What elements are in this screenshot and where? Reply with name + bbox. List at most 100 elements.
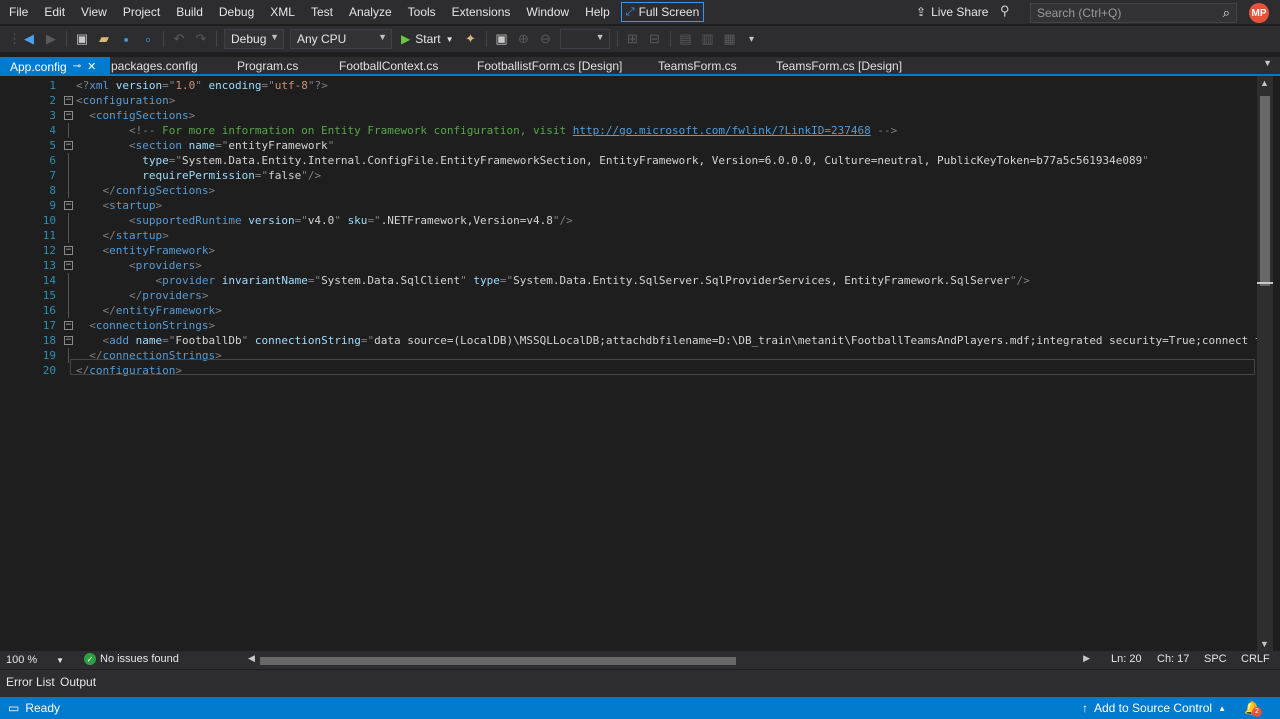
close-icon[interactable]: ✕ — [87, 58, 96, 76]
collapse-icon[interactable]: − — [64, 246, 73, 255]
code-line[interactable]: 2− <configuration> — [0, 93, 1258, 108]
browser-link-icon[interactable]: ✦ — [462, 31, 480, 47]
code-line[interactable]: 12− <entityFramework> — [0, 243, 1258, 258]
tab-overflow-icon[interactable]: ▼ — [1263, 58, 1272, 68]
code-line[interactable]: 11 </startup> — [0, 228, 1258, 243]
tab-error-list[interactable]: Error List — [6, 675, 55, 689]
avatar[interactable]: MP — [1249, 3, 1269, 23]
undo-icon[interactable]: ↶ — [170, 31, 188, 47]
new-project-icon[interactable]: ▣ — [73, 31, 91, 47]
platform-dropdown[interactable]: Any CPU ▼ — [290, 29, 392, 49]
collapse-icon[interactable]: − — [64, 321, 73, 330]
feedback-icon[interactable]: ⚲ — [1000, 3, 1010, 19]
horizontal-scrollbar[interactable]: ◀ ▶ — [248, 653, 1090, 667]
tab-order-icon[interactable]: ▦ — [721, 31, 739, 47]
code-line[interactable]: 9− <startup> — [0, 198, 1258, 213]
menu-view[interactable]: View — [73, 2, 115, 22]
save-all-icon[interactable]: ▫ — [139, 32, 157, 47]
order-icon[interactable]: ▥ — [699, 31, 717, 47]
code-line[interactable]: 13− <providers> — [0, 258, 1258, 273]
align-icon[interactable]: ⊞ — [624, 31, 642, 47]
full-screen-button[interactable]: ⤢ Full Screen — [620, 2, 705, 22]
tab-output[interactable]: Output — [60, 675, 96, 689]
live-share-button[interactable]: ⇪ Live Share — [916, 3, 988, 21]
collapse-icon[interactable]: − — [64, 201, 73, 210]
size-icon[interactable]: ⊟ — [646, 31, 664, 47]
scroll-right-icon[interactable]: ▶ — [1083, 653, 1090, 664]
code-line[interactable]: 15 </providers> — [0, 288, 1258, 303]
collapse-icon[interactable]: − — [64, 336, 73, 345]
code-line[interactable]: 3− <configSections> — [0, 108, 1258, 123]
code-editor[interactable]: 1 <?xml version="1.0" encoding="utf-8"?> 2… — [0, 76, 1258, 651]
whitespace-mode[interactable]: SPC — [1204, 653, 1227, 665]
scrollbar-thumb[interactable] — [1260, 96, 1270, 286]
menu-tools[interactable]: Tools — [400, 2, 444, 22]
token-at: version — [115, 79, 163, 92]
scroll-up-icon[interactable]: ▲ — [1260, 78, 1269, 88]
menu-extensions[interactable]: Extensions — [444, 2, 519, 22]
menu-file[interactable]: File — [1, 2, 36, 22]
code-line[interactable]: 8 </configSections> — [0, 183, 1258, 198]
open-folder-icon[interactable]: ▰ — [95, 31, 113, 47]
save-icon[interactable]: ▪ — [117, 32, 135, 47]
scroll-down-icon[interactable]: ▼ — [1260, 639, 1269, 649]
outline-guide — [68, 168, 69, 183]
zoom-level-dropdown[interactable]: 100 % ▼ — [6, 653, 64, 667]
code-line[interactable]: 4 <!-- For more information on Entity Fr… — [0, 123, 1258, 138]
toolbar-options-icon[interactable]: ▾ — [743, 34, 761, 45]
collapse-icon[interactable]: − — [64, 261, 73, 270]
code-line[interactable]: 16 </entityFramework> — [0, 303, 1258, 318]
code-line[interactable]: 10 <supportedRuntime version="v4.0" sku=… — [0, 213, 1258, 228]
tab-teamsform-cs[interactable]: TeamsForm.cs — [658, 57, 737, 76]
pin-icon[interactable]: ⊸ — [73, 58, 81, 76]
line-ending-mode[interactable]: CRLF — [1241, 653, 1270, 665]
tab-footballistform-design[interactable]: FootballistForm.cs [Design] — [477, 57, 622, 76]
code-line[interactable]: 6 type="System.Data.Entity.Internal.Conf… — [0, 153, 1258, 168]
menu-debug[interactable]: Debug — [211, 2, 262, 22]
menu-xml[interactable]: XML — [262, 2, 303, 22]
tab-packages-config[interactable]: packages.config — [111, 57, 198, 76]
issues-indicator[interactable]: ✓ No issues found — [84, 653, 179, 665]
forward-icon[interactable]: ▶ — [42, 31, 60, 47]
code-text: <?xml version="1.0" encoding="utf-8"?> — [76, 78, 1258, 93]
vertical-scrollbar[interactable]: ▲ ▼ — [1257, 76, 1273, 651]
scroll-left-icon[interactable]: ◀ — [248, 653, 255, 664]
tab-teamsform-design[interactable]: TeamsForm.cs [Design] — [776, 57, 902, 76]
menu-test[interactable]: Test — [303, 2, 341, 22]
code-line[interactable]: 17− <connectionStrings> — [0, 318, 1258, 333]
redo-icon[interactable]: ↷ — [192, 31, 210, 47]
code-line[interactable]: 5− <section name="entityFramework" — [0, 138, 1258, 153]
collapse-icon[interactable]: − — [64, 141, 73, 150]
menu-build[interactable]: Build — [168, 2, 211, 22]
code-line[interactable]: 1 <?xml version="1.0" encoding="utf-8"?> — [0, 78, 1258, 93]
token-br: " — [1142, 154, 1149, 167]
code-text: <entityFramework> — [76, 243, 1258, 258]
collapse-icon[interactable]: − — [64, 96, 73, 105]
zoom-dropdown[interactable]: ▼ — [559, 29, 610, 49]
zoom-out-icon[interactable]: ⊖ — [537, 31, 555, 47]
add-to-source-control-button[interactable]: ↑ Add to Source Control ▲ — [1082, 701, 1226, 715]
code-line[interactable]: 14 <provider invariantName="System.Data.… — [0, 273, 1258, 288]
menu-edit[interactable]: Edit — [36, 2, 73, 22]
menu-window[interactable]: Window — [518, 2, 577, 22]
menu-project[interactable]: Project — [115, 2, 168, 22]
collapse-icon[interactable]: − — [64, 111, 73, 120]
tab-program-cs[interactable]: Program.cs — [237, 57, 298, 76]
tab-app-config[interactable]: App.config ⊸ ✕ — [0, 57, 110, 76]
token-tag: configuration — [82, 94, 169, 107]
zoom-in-icon[interactable]: ⊕ — [515, 31, 533, 47]
search-input[interactable]: Search (Ctrl+Q) ⌕ — [1030, 3, 1237, 23]
center-icon[interactable]: ▤ — [677, 31, 695, 47]
line-number: Ln: 20 — [1111, 653, 1142, 665]
menu-help[interactable]: Help — [577, 2, 618, 22]
code-line[interactable]: 18− <add name="FootballDb" connectionStr… — [0, 333, 1258, 348]
horizontal-scrollbar-thumb[interactable] — [260, 657, 736, 665]
designer-icon[interactable]: ▣ — [493, 31, 511, 47]
configuration-dropdown[interactable]: Debug ▼ — [224, 29, 284, 49]
menu-analyze[interactable]: Analyze — [341, 2, 400, 22]
token-lk[interactable]: http://go.microsoft.com/fwlink/?LinkID=2… — [573, 124, 871, 137]
code-line[interactable]: 7 requirePermission="false"/> — [0, 168, 1258, 183]
start-button[interactable]: ▶ Start ▼ — [401, 32, 454, 46]
back-icon[interactable]: ◀ — [20, 31, 38, 47]
tab-footballcontext-cs[interactable]: FootballContext.cs — [339, 57, 438, 76]
